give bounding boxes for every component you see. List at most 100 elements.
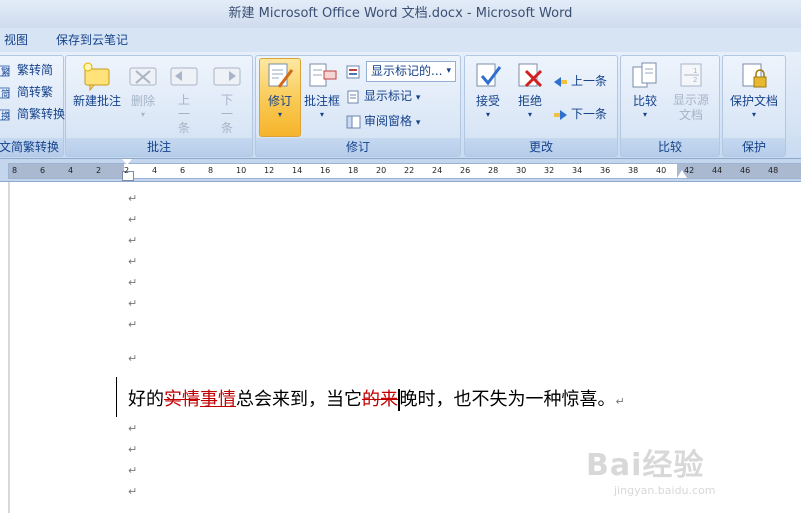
group-label: 保护: [723, 138, 785, 156]
ruler-tick-label: 42: [684, 166, 695, 175]
ruler-tick-label: 8: [12, 166, 18, 175]
ribbon: 繁繁转简 简简转繁 换简繁转换 文简繁转换 新建批注 删除 ▾ 上一条 下一条 …: [0, 52, 801, 159]
paragraph-mark: ↵: [128, 255, 138, 268]
reviewing-pane-icon: [346, 115, 361, 129]
compare-button[interactable]: 比较 ▾: [625, 59, 665, 120]
chevron-down-icon: ▾: [277, 110, 282, 119]
reviewing-pane-button[interactable]: 审阅窗格 ▾: [346, 111, 420, 131]
ruler-tick-label: 4: [152, 166, 158, 175]
ruler-tick-label: 20: [376, 166, 387, 175]
document-area[interactable]: ↵ ↵ ↵ ↵ ↵ ↵ ↵ ↵ 好的实情事情总会来到，当它的来晚时，也不失为一种…: [0, 182, 801, 513]
reject-icon: [515, 61, 545, 91]
group-protect: 保护文档 ▾ 保护: [722, 55, 786, 157]
paragraph-mark: ↵: [128, 192, 138, 205]
tab-view[interactable]: 视图: [4, 28, 28, 52]
previous-comment-icon: [169, 61, 199, 91]
ribbon-tab-bar: 视图 保存到云笔记: [0, 28, 801, 53]
paragraph-mark: ↵: [128, 352, 138, 365]
ruler-tick-label: 10: [236, 166, 247, 175]
track-changes-button[interactable]: 修订 ▾: [259, 58, 301, 137]
paragraph-mark: ↵: [128, 276, 138, 289]
balloons-button[interactable]: 批注框 ▾: [302, 59, 342, 120]
svg-text:换: 换: [1, 110, 10, 122]
convert-icon: 繁: [0, 64, 14, 78]
paragraph-mark: ↵: [615, 395, 625, 408]
ruler-tick-label: 40: [656, 166, 667, 175]
simp-to-trad-button[interactable]: 简简转繁: [0, 82, 53, 102]
ruler-tick-label: 4: [68, 166, 74, 175]
paragraph-mark: ↵: [128, 213, 138, 226]
ruler-tick-label: 2: [96, 166, 102, 175]
chevron-down-icon: ▾: [751, 110, 756, 119]
svg-text:繁: 繁: [1, 66, 10, 78]
ruler-tick-label: 6: [40, 166, 46, 175]
text-run: 晚时，也不失为一种惊喜。: [399, 389, 616, 410]
chevron-down-icon: ▾: [642, 110, 647, 119]
next-change-button[interactable]: 下一条: [553, 104, 607, 124]
group-comments: 新建批注 删除 ▾ 上一条 下一条 批注: [65, 55, 253, 157]
paragraph-mark: ↵: [128, 443, 138, 456]
ruler-tick-label: 26: [460, 166, 471, 175]
group-tracking: 修订 ▾ 批注框 ▾ 显示标记的... ▾ 显示标记 ▾ 审阅窗格 ▾ 修订: [255, 55, 461, 157]
previous-change-button[interactable]: 上一条: [553, 71, 607, 91]
document-text-line[interactable]: 好的实情事情总会来到，当它的来晚时，也不失为一种惊喜。↵: [128, 385, 625, 411]
chevron-down-icon: ▾: [527, 110, 532, 119]
group-chinese-conversion: 繁繁转简 简简转繁 换简繁转换 文简繁转换: [0, 55, 65, 157]
chevron-down-icon: ▾: [319, 110, 324, 119]
paragraph-mark: ↵: [128, 464, 138, 477]
delete-comment-icon: [128, 61, 158, 91]
chevron-down-icon: ▾: [446, 66, 451, 76]
window-title: 新建 Microsoft Office Word 文档.docx - Micro…: [0, 0, 801, 28]
change-bar: [116, 377, 117, 417]
show-markup-icon: [346, 90, 361, 104]
svg-text:2: 2: [693, 76, 697, 84]
ruler-tick-label: 14: [292, 166, 303, 175]
chinese-convert-button[interactable]: 换简繁转换: [0, 104, 65, 124]
next-change-icon: [553, 108, 568, 122]
new-comment-button[interactable]: 新建批注: [69, 59, 125, 110]
ruler-tick-label: 32: [544, 166, 555, 175]
watermark: Bai经验 jingyan.baidu.com: [586, 440, 716, 497]
prev-comment-button[interactable]: 上一条: [166, 59, 202, 135]
ruler-tick-label: 6: [180, 166, 186, 175]
ruler-margin: [677, 164, 801, 178]
delete-comment-button[interactable]: 删除 ▾: [126, 59, 160, 120]
display-for-review-dropdown[interactable]: 显示标记的... ▾: [366, 61, 456, 82]
display-for-review-control[interactable]: [346, 61, 364, 81]
accept-button[interactable]: 接受 ▾: [469, 59, 507, 120]
paragraph-mark: ↵: [128, 422, 138, 435]
trad-to-simp-button[interactable]: 繁繁转简: [0, 60, 53, 80]
show-markup-button[interactable]: 显示标记 ▾: [346, 86, 420, 106]
ruler-tick-label: 22: [404, 166, 415, 175]
ruler-tick-label: 18: [348, 166, 359, 175]
svg-text:简: 简: [1, 88, 10, 100]
horizontal-ruler[interactable]: 8 6 4 2 2 4 6 8 10 12 14 16 18 20 22 24 26 28 30 32 34 36 38 40…: [8, 159, 801, 181]
accept-icon: [473, 61, 503, 91]
ruler-tick-label: 16: [320, 166, 331, 175]
chevron-down-icon: ▾: [415, 93, 421, 103]
tab-save-cloud-note[interactable]: 保存到云笔记: [56, 28, 128, 52]
new-comment-icon: [82, 61, 112, 92]
deleted-text: 实情: [164, 389, 200, 410]
ruler-tick-label: 38: [628, 166, 639, 175]
markup-display-icon: [346, 65, 361, 79]
source-documents-icon: 12: [676, 61, 706, 91]
balloons-icon: [307, 61, 337, 91]
reject-button[interactable]: 拒绝 ▾: [511, 59, 549, 120]
show-source-documents-button[interactable]: 12 显示源文档: [667, 59, 715, 123]
ruler-tick-label: 46: [740, 166, 751, 175]
group-label: 修订: [256, 138, 460, 156]
next-comment-button[interactable]: 下一条: [208, 59, 246, 135]
group-changes: 接受 ▾ 拒绝 ▾ 上一条 下一条 更改: [464, 55, 618, 157]
deleted-text: 的来: [362, 389, 398, 410]
chevron-down-icon: ▾: [485, 110, 490, 119]
previous-change-icon: [553, 75, 568, 89]
next-comment-icon: [212, 61, 242, 91]
protect-document-button[interactable]: 保护文档 ▾: [727, 59, 781, 120]
ruler-tick-label: 44: [712, 166, 723, 175]
group-label: 比较: [621, 138, 719, 156]
ruler-tick-label: 28: [488, 166, 499, 175]
ruler-tick-label: 48: [768, 166, 779, 175]
group-label: 更改: [465, 138, 617, 156]
paragraph-mark: ↵: [128, 318, 138, 331]
